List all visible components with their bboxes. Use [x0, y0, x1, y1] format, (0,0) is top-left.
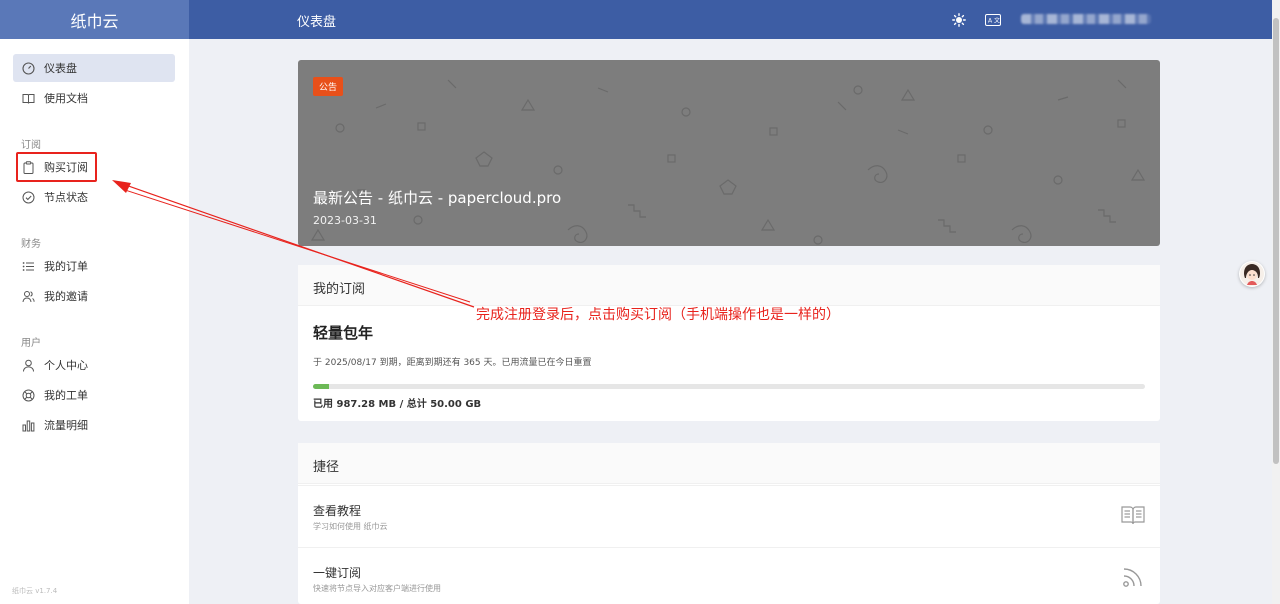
- sidebar-item-label: 我的工单: [44, 389, 88, 402]
- sidebar-item-label: 使用文档: [44, 92, 88, 105]
- card-title: 我的订阅: [298, 265, 1160, 306]
- notice-tag: 公告: [313, 77, 344, 96]
- traffic-progress-bar: [313, 384, 1145, 389]
- sidebar-item-label: 购买订阅: [44, 161, 88, 174]
- sidebar: 仪表盘 使用文档 订阅 购买订阅 节点状态 财务 我的订单 我的邀请 用户 个人…: [0, 39, 189, 604]
- lifebuoy-icon: [22, 389, 35, 402]
- page-title: 仪表盘: [297, 15, 337, 30]
- clipboard-icon: [22, 160, 35, 174]
- top-bar: 仪表盘 A文: [189, 0, 1272, 39]
- announcement-banner[interactable]: 公告 最新公告 - 纸巾云 - papercloud.pro 2023-03-3…: [298, 60, 1160, 246]
- notice-date: 2023-03-31: [313, 214, 377, 227]
- bar-chart-icon: [22, 419, 35, 432]
- page-scrollbar[interactable]: [1272, 0, 1280, 604]
- support-chat-avatar[interactable]: [1239, 261, 1265, 287]
- check-circle-icon: [22, 191, 35, 204]
- book-open-icon: [1121, 506, 1145, 525]
- shortcut-title: 一键订阅: [313, 566, 362, 580]
- sidebar-item-tickets[interactable]: 我的工单: [13, 381, 175, 409]
- user-icon: [22, 359, 35, 372]
- sidebar-item-label: 我的订单: [44, 260, 88, 273]
- sidebar-item-orders[interactable]: 我的订单: [13, 252, 175, 280]
- plan-expiry-info: 于 2025/08/17 到期，距离到期还有 365 天。已用流量已在今日重置: [313, 358, 592, 368]
- dashboard-icon: [22, 61, 35, 75]
- nav-group-title: 订阅: [21, 140, 41, 151]
- notice-title: 最新公告 - 纸巾云 - papercloud.pro: [313, 189, 562, 207]
- translate-icon[interactable]: A文: [984, 11, 1002, 29]
- brand-name: 纸巾云: [70, 11, 119, 31]
- sidebar-item-traffic[interactable]: 流量明细: [13, 411, 175, 439]
- sun-icon[interactable]: [950, 11, 968, 29]
- traffic-usage-text: 已用 987.28 MB / 总计 50.00 GB: [313, 399, 482, 410]
- app-version: 纸巾云 v1.7.4: [12, 587, 58, 595]
- annotation-text: 完成注册登录后，点击购买订阅（手机端操作也是一样的）: [476, 307, 840, 323]
- scrollbar-thumb[interactable]: [1273, 18, 1279, 464]
- users-icon: [22, 290, 35, 303]
- shortcut-desc: 学习如何使用 纸巾云: [313, 522, 388, 531]
- sidebar-item-label: 仪表盘: [44, 62, 77, 75]
- sidebar-item-label: 我的邀请: [44, 290, 88, 303]
- sidebar-item-buy-subscription[interactable]: 购买订阅: [13, 153, 175, 181]
- nav-group-title: 财务: [21, 239, 41, 250]
- subscription-card: 我的订阅 轻量包年 于 2025/08/17 到期，距离到期还有 365 天。已…: [298, 265, 1160, 421]
- nav-group-title: 用户: [21, 338, 41, 349]
- sidebar-item-profile[interactable]: 个人中心: [13, 351, 175, 379]
- user-account-menu[interactable]: [1021, 14, 1151, 24]
- sidebar-item-invites[interactable]: 我的邀请: [13, 282, 175, 310]
- shortcut-view-tutorial[interactable]: 查看教程 学习如何使用 纸巾云: [298, 485, 1160, 547]
- sidebar-item-node-status[interactable]: 节点状态: [13, 183, 175, 211]
- svg-text:A: A: [988, 18, 993, 25]
- rss-icon: [1123, 568, 1142, 587]
- book-icon: [22, 92, 35, 105]
- shortcut-desc: 快速将节点导入对应客户端进行使用: [313, 584, 441, 593]
- card-title: 捷径: [298, 443, 1160, 484]
- plan-name: 轻量包年: [313, 324, 374, 342]
- list-icon: [22, 260, 35, 273]
- sidebar-item-label: 个人中心: [44, 359, 88, 372]
- sidebar-item-label: 节点状态: [44, 191, 88, 204]
- sidebar-item-dashboard[interactable]: 仪表盘: [13, 54, 175, 82]
- shortcut-title: 查看教程: [313, 504, 362, 518]
- banner-pattern: [310, 79, 1146, 245]
- sidebar-item-docs[interactable]: 使用文档: [13, 84, 175, 112]
- brand-logo[interactable]: 纸巾云: [0, 0, 189, 39]
- sidebar-item-label: 流量明细: [44, 419, 88, 432]
- shortcut-one-click-subscribe[interactable]: 一键订阅 快速将节点导入对应客户端进行使用: [298, 547, 1160, 604]
- shortcuts-card: 捷径 查看教程 学习如何使用 纸巾云 一键订阅 快速将节点导入对应客户端进行使用: [298, 443, 1160, 604]
- svg-text:文: 文: [994, 17, 1000, 25]
- avatar-icon: [1240, 262, 1264, 286]
- traffic-progress-fill: [313, 384, 330, 389]
